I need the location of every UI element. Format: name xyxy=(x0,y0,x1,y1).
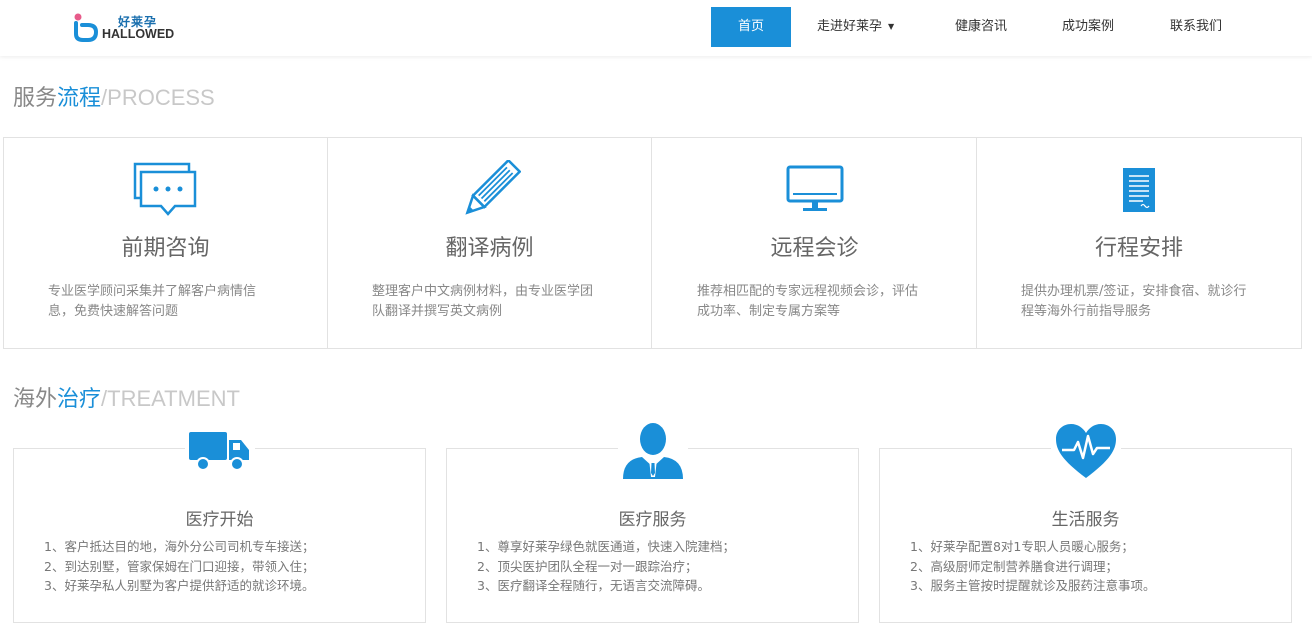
title-part-highlight: 流程 xyxy=(57,86,102,111)
process-card-itinerary[interactable]: 行程安排 提供办理机票/签证，安排食宿、就诊行程等海外行前指导服务 xyxy=(977,138,1301,348)
heart-pulse-icon xyxy=(1050,421,1121,481)
treatment-card-title: 医疗服务 xyxy=(618,510,687,530)
list-item: 2、顶尖医护团队全程一对一跟踪治疗； xyxy=(477,558,698,574)
monitor-icon xyxy=(780,160,850,220)
treatment-section-title: 海外治疗/TREATMENT xyxy=(13,381,240,413)
nav-item-label: 成功案例 xyxy=(1062,19,1115,34)
process-card-desc: 专业医学顾问采集并了解客户病情信息，免费快速解答问题 xyxy=(48,284,257,319)
nav-item-label: 联系我们 xyxy=(1170,19,1223,34)
site-header: 好莱孕 HALLOWED 首页 走进好莱孕 ▼ 健康咨讯 成功案例 联系我们 xyxy=(0,0,1312,56)
truck-icon xyxy=(184,421,255,481)
process-card-translate[interactable]: 翻译病例 整理客户中文病例材料，由专业医学团队翻译并撰写英文病例 xyxy=(328,138,652,348)
treatment-card-list: 1、尊享好莱孕绿色就医通道，快速入院建档； 2、顶尖医护团队全程一对一跟踪治疗；… xyxy=(477,537,837,596)
process-card-desc: 推荐相匹配的专家远程视频会诊，评估成功率、制定专属方案等 xyxy=(697,284,919,319)
document-icon xyxy=(1104,160,1174,220)
list-item: 3、医疗翻译全程随行，无语言交流障碍。 xyxy=(477,578,710,593)
pencil-icon xyxy=(455,160,525,220)
title-part-highlight: 治疗 xyxy=(57,387,102,412)
nav-item-health-news[interactable]: 健康咨讯 xyxy=(955,7,1007,47)
process-grid: 前期咨询 专业医学顾问采集并了解客户病情信息，免费快速解答问题 翻译病例 整理客… xyxy=(3,137,1302,349)
title-part-english: /TREATMENT xyxy=(101,386,240,411)
list-item: 1、尊享好莱孕绿色就医通道，快速入院建档； xyxy=(477,539,735,554)
logo-text-en: HALLOWED xyxy=(102,27,175,41)
process-section-title: 服务流程/PROCESS xyxy=(13,80,215,112)
process-card-desc: 整理客户中文病例材料，由专业医学团队翻译并撰写英文病例 xyxy=(372,284,594,319)
treatment-card-list: 1、好莱孕配置8对1专职人员暖心服务； 2、高级厨师定制营养膳食进行调理； 3、… xyxy=(910,537,1270,596)
process-card-desc: 提供办理机票/签证，安排食宿、就诊行程等海外行前指导服务 xyxy=(1021,284,1247,319)
logo-mark-icon xyxy=(74,13,99,42)
doctor-icon xyxy=(617,421,688,481)
nav-item-home[interactable]: 首页 xyxy=(711,7,791,47)
nav-item-about[interactable]: 走进好莱孕 ▼ xyxy=(817,7,894,47)
process-card-title: 远程会诊 xyxy=(770,236,859,261)
treatment-card-life[interactable]: 生活服务 1、好莱孕配置8对1专职人员暖心服务； 2、高级厨师定制营养膳食进行调… xyxy=(879,421,1292,623)
treatment-card-start[interactable]: 医疗开始 1、客户抵达目的地，海外分公司司机专车接送； 2、到达别墅，管家保姆在… xyxy=(13,421,426,623)
process-card-title: 行程安排 xyxy=(1094,236,1183,261)
caret-down-icon: ▼ xyxy=(888,22,895,31)
nav-item-label: 首页 xyxy=(737,19,764,34)
list-item: 2、到达别墅，管家保姆在门口迎接，带领入住； xyxy=(44,558,315,574)
process-card-consult[interactable]: 前期咨询 专业医学顾问采集并了解客户病情信息，免费快速解答问题 xyxy=(4,138,328,348)
title-part: 海外 xyxy=(13,387,58,412)
treatment-card-list: 1、客户抵达目的地，海外分公司司机专车接送； 2、到达别墅，管家保姆在门口迎接，… xyxy=(44,537,404,596)
process-card-title: 翻译病例 xyxy=(445,236,534,261)
treatment-card-title: 医疗开始 xyxy=(185,510,254,530)
nav-item-label: 走进好莱孕 xyxy=(817,19,883,34)
list-item: 3、服务主管按时提醒就诊及服药注意事项。 xyxy=(910,578,1156,593)
nav-item-success-cases[interactable]: 成功案例 xyxy=(1062,7,1114,47)
nav-item-label: 健康咨讯 xyxy=(955,19,1008,34)
process-card-remote[interactable]: 远程会诊 推荐相匹配的专家远程视频会诊，评估成功率、制定专属方案等 xyxy=(653,138,977,348)
treatment-card-title: 生活服务 xyxy=(1051,510,1120,530)
site-logo[interactable]: 好莱孕 HALLOWED xyxy=(72,12,182,44)
list-item: 1、客户抵达目的地，海外分公司司机专车接送； xyxy=(44,539,315,554)
treatment-card-medical[interactable]: 医疗服务 1、尊享好莱孕绿色就医通道，快速入院建档； 2、顶尖医护团队全程一对一… xyxy=(446,421,859,623)
chat-bubbles-icon xyxy=(131,160,201,220)
list-item: 2、高级厨师定制营养膳食进行调理； xyxy=(910,558,1118,574)
title-part-english: /PROCESS xyxy=(101,85,215,110)
process-card-title: 前期咨询 xyxy=(121,236,210,261)
list-item: 1、好莱孕配置8对1专职人员暖心服务； xyxy=(910,539,1134,554)
nav-item-contact[interactable]: 联系我们 xyxy=(1170,7,1222,47)
title-part: 服务 xyxy=(13,86,58,111)
list-item: 3、好莱孕私人别墅为客户提供舒适的就诊环境。 xyxy=(44,578,315,593)
